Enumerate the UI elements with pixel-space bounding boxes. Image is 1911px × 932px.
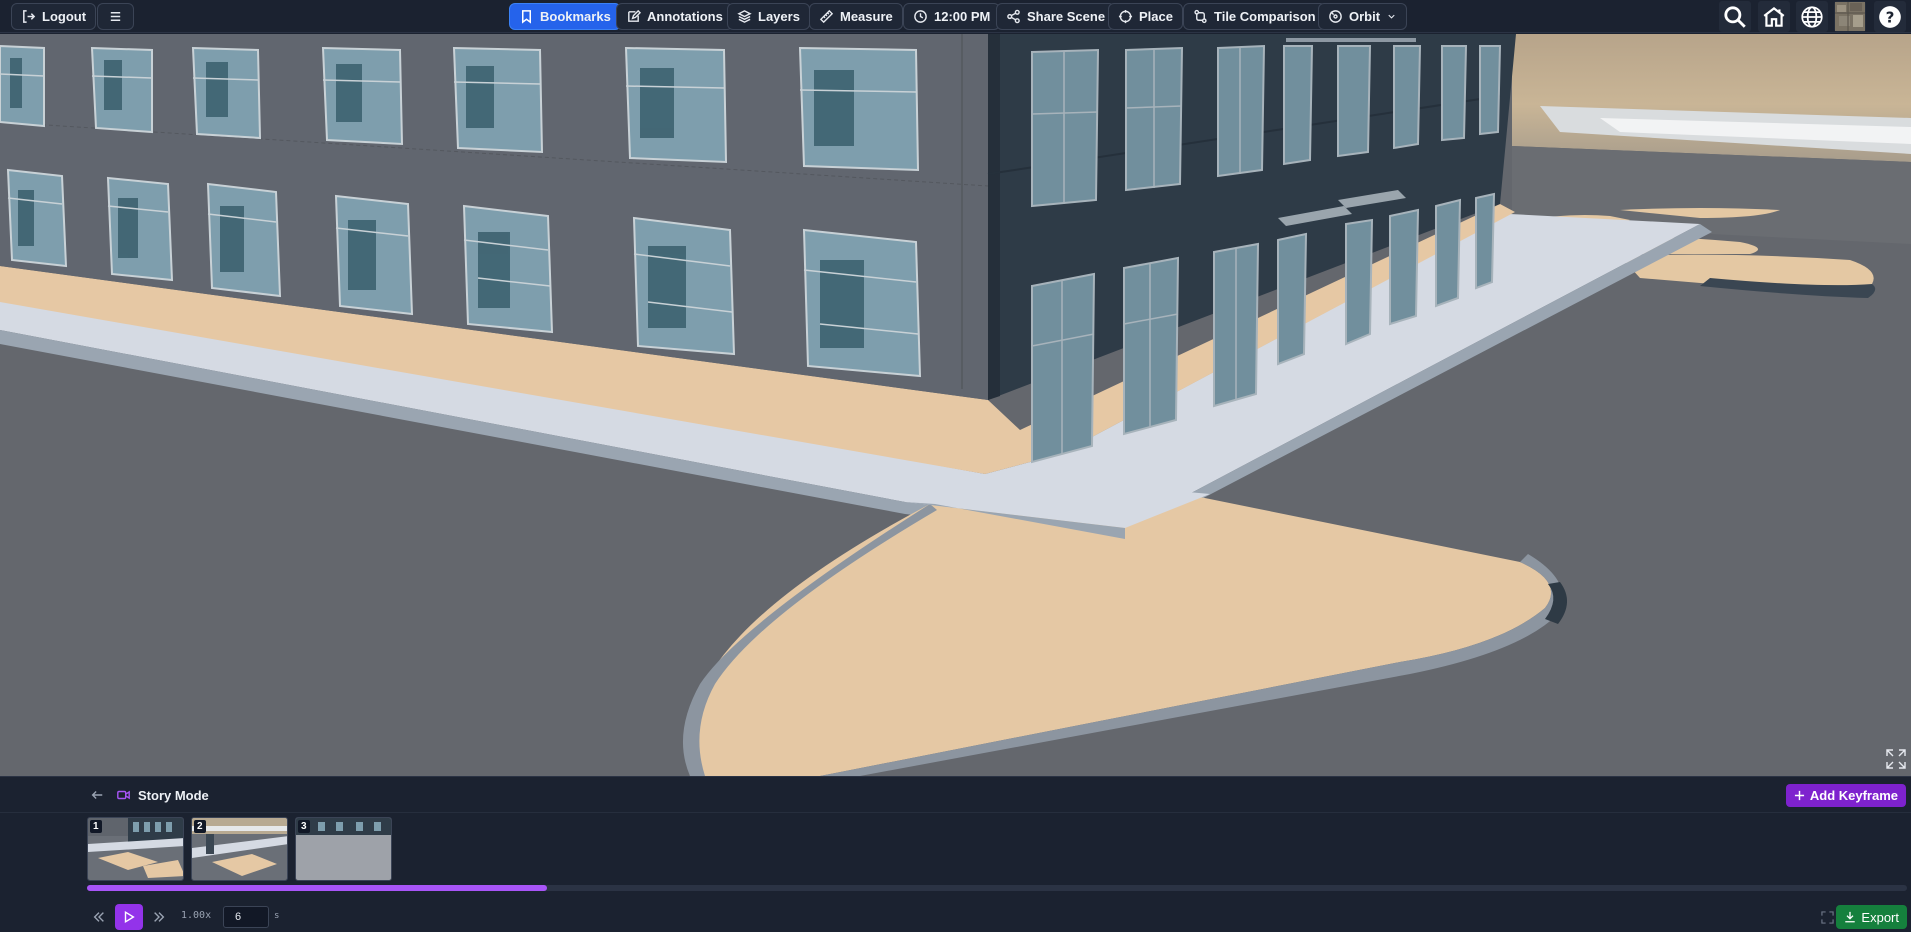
svg-text:?: ? [1886, 8, 1895, 26]
measure-label: Measure [840, 9, 893, 24]
keyframe-thumbnail[interactable]: 3 [295, 817, 392, 881]
keyframe-preview [192, 818, 287, 880]
story-mode-title: Story Mode [138, 788, 209, 803]
bookmarks-button[interactable]: Bookmarks [509, 3, 621, 30]
help-icon: ? [1879, 5, 1901, 28]
menu-button[interactable] [97, 3, 134, 30]
add-keyframe-label: Add Keyframe [1809, 788, 1898, 803]
rewind-button[interactable] [90, 904, 108, 930]
play-icon [124, 910, 135, 924]
duration-input[interactable] [223, 906, 269, 928]
scene-render [0, 34, 1911, 776]
bookmarks-label: Bookmarks [540, 9, 611, 24]
crosshair-icon [1118, 9, 1133, 24]
annotations-button[interactable]: Annotations [616, 3, 733, 30]
layers-label: Layers [758, 9, 800, 24]
clock-icon [914, 10, 927, 23]
ruler-icon [819, 9, 834, 24]
expand-icon[interactable] [1821, 911, 1834, 924]
annotation-icon [628, 9, 641, 22]
keyframe-number: 1 [90, 820, 102, 833]
scene-viewport[interactable] [0, 34, 1911, 776]
share-icon [1007, 9, 1020, 24]
help-button[interactable]: ? [1874, 1, 1906, 32]
keyframe-number: 3 [298, 820, 310, 833]
story-mode-panel: Story Mode Add Keyframe 1 2 3 1.00x 6 s … [0, 776, 1911, 932]
keyframe-thumbnail[interactable]: 1 [87, 817, 184, 881]
basemap-picker-button[interactable] [1834, 1, 1866, 32]
fullscreen-icon[interactable] [1885, 748, 1907, 770]
keyframe-preview [88, 818, 183, 880]
back-arrow-icon[interactable] [90, 788, 104, 802]
bookmark-icon [522, 10, 531, 24]
orbit-icon [1329, 10, 1342, 23]
hamburger-icon [110, 12, 121, 21]
compare-icon [1194, 9, 1207, 24]
layers-icon [737, 10, 752, 23]
home-icon [1763, 6, 1785, 27]
chevron-down-icon [1388, 14, 1395, 19]
story-header: Story Mode Add Keyframe [0, 777, 1911, 813]
video-camera-icon [117, 790, 130, 800]
search-icon [1724, 5, 1746, 28]
globe-icon [1801, 5, 1823, 28]
logout-icon [23, 10, 36, 23]
annotations-label: Annotations [647, 9, 723, 24]
share-scene-label: Share Scene [1027, 9, 1106, 24]
home-button[interactable] [1758, 1, 1790, 32]
timeline-progress-track[interactable] [87, 885, 1907, 891]
place-button[interactable]: Place [1108, 3, 1183, 30]
keyframe-number: 2 [194, 820, 206, 833]
share-scene-button[interactable]: Share Scene [996, 3, 1116, 30]
orbit-label: Orbit [1349, 9, 1381, 24]
export-button[interactable]: Export [1836, 905, 1907, 929]
download-icon [1845, 911, 1856, 923]
timeline-progress-fill [87, 885, 548, 891]
playback-speed[interactable]: 1.00x [181, 910, 211, 921]
add-keyframe-button[interactable]: Add Keyframe [1785, 784, 1906, 807]
logout-button[interactable]: Logout [11, 3, 97, 30]
place-label: Place [1139, 9, 1173, 24]
tile-comparison-label: Tile Comparison [1214, 9, 1316, 24]
tile-comparison-button[interactable]: Tile Comparison [1183, 3, 1326, 30]
time-label: 12:00 PM [934, 9, 991, 24]
basemap-icon [1835, 2, 1865, 31]
duration-unit: s [274, 911, 280, 921]
fast-forward-button[interactable] [150, 904, 168, 930]
orbit-button[interactable]: Orbit [1318, 3, 1408, 30]
keyframe-thumbnail[interactable]: 2 [191, 817, 288, 881]
layers-button[interactable]: Layers [727, 3, 810, 30]
time-button[interactable]: 12:00 PM [903, 3, 1001, 30]
keyframe-preview [296, 818, 391, 880]
rewind-icon [93, 912, 104, 922]
globe-button[interactable] [1796, 1, 1828, 32]
plus-icon [1794, 790, 1804, 801]
export-label: Export [1861, 909, 1899, 925]
play-button[interactable] [115, 904, 143, 930]
top-toolbar: Logout Bookmarks Annotations Layers Meas… [0, 0, 1911, 33]
search-button[interactable] [1719, 1, 1751, 32]
fast-forward-icon [154, 912, 165, 922]
logout-label: Logout [42, 9, 87, 24]
measure-button[interactable]: Measure [809, 3, 903, 30]
